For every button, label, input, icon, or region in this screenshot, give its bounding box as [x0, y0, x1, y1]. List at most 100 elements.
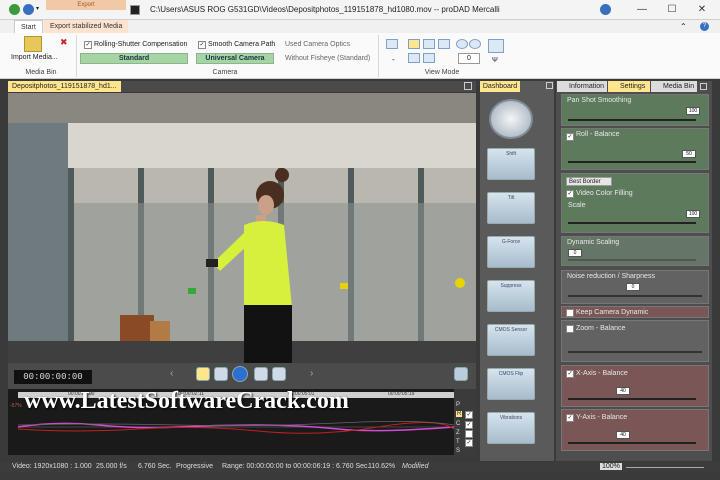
maximize-button[interactable]: ☐	[662, 3, 682, 17]
help-bubble-icon[interactable]	[600, 4, 611, 15]
dynamic-scaling-value[interactable]: 0	[568, 249, 582, 257]
border-mode-select[interactable]: Best Border	[566, 177, 612, 186]
remove-icon[interactable]: ✖	[60, 37, 68, 48]
dashboard-cmos-sensor-button[interactable]: CMOS Sensor	[487, 324, 535, 356]
tab-information[interactable]: Information	[557, 81, 607, 92]
rolling-shutter-mode-select[interactable]: Standard	[80, 53, 188, 64]
camera-model-select[interactable]: Universal Camera	[196, 53, 274, 64]
track-label: C	[456, 421, 461, 427]
dynamic-scaling-slider[interactable]	[568, 259, 696, 261]
chevron-up-icon[interactable]: ⌃	[680, 22, 687, 31]
timeline-tick: 00:00:05:19	[388, 391, 415, 397]
y-axis-slider[interactable]	[568, 442, 696, 444]
noise-slider[interactable]	[568, 295, 702, 297]
scale-slider[interactable]	[568, 222, 696, 224]
panel-maximize-icon[interactable]	[546, 82, 553, 89]
chevron-down-icon[interactable]: ▾	[36, 5, 39, 12]
gauge-dial-icon	[489, 99, 533, 139]
rotate-right-icon[interactable]	[469, 39, 481, 49]
help-icon[interactable]: ?	[700, 22, 709, 31]
zoom-level[interactable]: 100%	[600, 463, 622, 470]
dashboard-shift-button[interactable]: Shift	[487, 148, 535, 180]
roll-label: Roll - Balance	[576, 131, 620, 138]
x-axis-slider[interactable]	[568, 398, 696, 400]
zoom-checkbox[interactable]	[566, 325, 574, 333]
quick-access-icon[interactable]	[23, 4, 34, 15]
y-axis-value[interactable]: 40	[616, 431, 630, 439]
roll-slider[interactable]	[568, 161, 696, 163]
skip-back-button[interactable]	[214, 367, 228, 381]
next-chevron-icon[interactable]: ›	[310, 368, 313, 379]
dash-icon[interactable]: -	[392, 55, 395, 64]
dashboard-vibrations-button[interactable]: Vibrations	[487, 412, 535, 444]
title-bar: ▾ Export C:\Users\ASUS ROG G531GD\Videos…	[0, 0, 720, 20]
panel-maximize-icon[interactable]	[464, 82, 472, 90]
keep-camera-dynamic-checkbox[interactable]	[566, 309, 574, 317]
zoom-slider[interactable]	[568, 351, 702, 353]
noise-value[interactable]: 0	[626, 283, 640, 291]
tab-media-bin[interactable]: Media Bin	[651, 81, 697, 92]
pan-shot-label: Pan Shot Smoothing	[567, 97, 632, 104]
noise-label: Noise reduction / Sharpness	[567, 273, 655, 280]
noise-section: Noise reduction / Sharpness 0	[561, 270, 709, 304]
video-color-filling-checkbox[interactable]: ✓	[566, 190, 574, 198]
view-split-icon[interactable]	[423, 39, 435, 49]
tab-settings[interactable]: Settings	[608, 81, 650, 92]
rolling-shutter-checkbox[interactable]: ✓	[84, 41, 92, 49]
play-button[interactable]	[232, 366, 248, 382]
smooth-camera-path-checkbox[interactable]: ✓	[198, 41, 206, 49]
ribbon-tab-row: Start Export stabilized Media ⌃ ?	[0, 20, 720, 33]
dashboard-suppress-button[interactable]: Suppress	[487, 280, 535, 312]
view-single-icon[interactable]	[408, 39, 420, 49]
x-axis-value[interactable]: 40	[616, 387, 630, 395]
view-spinner-input[interactable]: 0	[458, 53, 480, 64]
fullscreen-icon[interactable]	[488, 39, 504, 53]
tab-start[interactable]: Start	[14, 20, 43, 33]
tab-export-stabilized-media[interactable]: Export stabilized Media	[44, 20, 129, 33]
tab-dashboard[interactable]: Dashboard	[480, 81, 520, 92]
context-tab-export[interactable]: Export	[46, 0, 126, 10]
view-left-icon[interactable]	[386, 39, 398, 49]
tuning-fork-icon[interactable]: Ψ	[492, 57, 498, 64]
rotate-left-icon[interactable]	[456, 39, 468, 49]
zoom-label: Zoom - Balance	[576, 325, 626, 332]
mark-in-button[interactable]	[196, 367, 210, 381]
folder-import-icon[interactable]	[24, 36, 42, 52]
track-z-checkbox[interactable]	[465, 430, 473, 438]
panel-maximize-icon[interactable]	[700, 83, 707, 90]
minimize-button[interactable]: —	[632, 3, 652, 17]
snapshot-button[interactable]	[454, 367, 468, 381]
y-axis-checkbox[interactable]: ✓	[566, 414, 574, 422]
pan-shot-slider[interactable]	[568, 119, 696, 121]
pan-shot-section: Pan Shot Smoothing 100	[561, 94, 709, 126]
previous-chevron-icon[interactable]: ‹	[170, 368, 173, 379]
pause-button[interactable]	[254, 367, 268, 381]
status-zoom-percent: 110.62%	[368, 463, 396, 470]
view-compare-icon[interactable]	[438, 39, 450, 49]
camera-optics-select[interactable]: Without Fisheye (Standard)	[285, 55, 370, 62]
view-dual-icon[interactable]	[423, 53, 435, 63]
video-preview[interactable]	[8, 93, 476, 363]
pan-shot-value[interactable]: 100	[686, 107, 700, 115]
zoom-slider[interactable]	[626, 467, 704, 468]
track-c-checkbox[interactable]: ✓	[465, 421, 473, 429]
timecode-display: 00:00:00:00	[14, 370, 92, 384]
scale-value[interactable]: 100	[686, 210, 700, 218]
track-r-checkbox[interactable]: ✓	[465, 411, 473, 419]
dashboard-tilt-button[interactable]: Tilt	[487, 192, 535, 224]
media-bin-group-label: Media Bin	[25, 69, 57, 76]
import-media-button[interactable]: Import Media...	[11, 54, 58, 61]
video-frame-image	[8, 93, 476, 363]
skip-forward-button[interactable]	[272, 367, 286, 381]
close-button[interactable]: ✕	[692, 3, 712, 17]
roll-value[interactable]: 50	[682, 150, 696, 158]
roll-checkbox[interactable]: ✓	[566, 133, 574, 141]
track-t-checkbox[interactable]: ✓	[465, 439, 473, 447]
dashboard-g-force-button[interactable]: G-Force	[487, 236, 535, 268]
track-toggles: P R C Z T S ✓ ✓ ✓	[454, 389, 476, 455]
dashboard-cmos-flip-button[interactable]: CMOS Flip	[487, 368, 535, 400]
view-overlay-icon[interactable]	[408, 53, 420, 63]
x-axis-checkbox[interactable]: ✓	[566, 370, 574, 378]
track-label: R	[456, 411, 463, 417]
video-file-tab[interactable]: Depositphotos_119151878_hd1...	[8, 81, 121, 92]
